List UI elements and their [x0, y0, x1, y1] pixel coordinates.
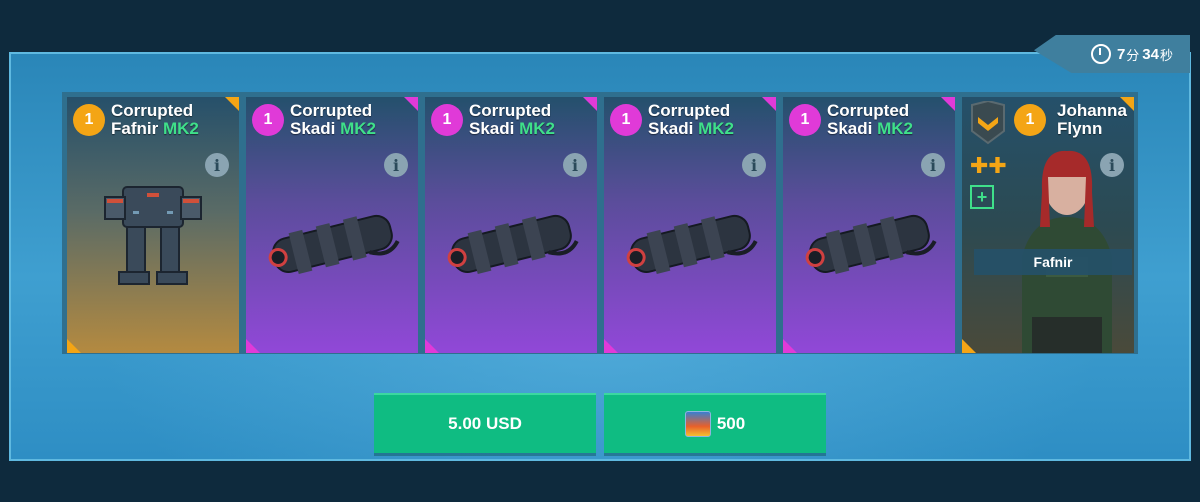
timer-minutes: 7 — [1116, 45, 1126, 63]
buy-gold-label: 500 — [716, 414, 746, 433]
pilot-skills: ✚✚ + — [970, 155, 1007, 209]
skill-box-icon: + — [970, 185, 994, 209]
timer-seconds-unit: 秒 — [1159, 47, 1173, 63]
buy-usd-label: 5.00 USD — [448, 414, 522, 433]
item-title: Corrupted Skadi MK2 — [648, 101, 734, 138]
weapon-image — [268, 214, 400, 274]
item-card-skadi[interactable]: 1 Corrupted Skadi MK2 i — [783, 97, 955, 353]
level-badge: 1 — [1014, 104, 1046, 136]
item-title: Corrupted Skadi MK2 — [290, 101, 376, 138]
item-card-skadi[interactable]: 1 Corrupted Skadi MK2 i — [604, 97, 776, 353]
weapon-image — [447, 214, 579, 274]
item-title: Corrupted Skadi MK2 — [827, 101, 913, 138]
pilot-robot-tag: Fafnir — [974, 249, 1132, 275]
weapon-image — [805, 214, 937, 274]
level-badge: 1 — [431, 104, 463, 136]
timer-seconds: 34 — [1142, 45, 1159, 63]
info-icon[interactable]: i — [1100, 153, 1124, 177]
offer-items: 1 Corrupted Fafnir MK2 i 1 Corrupted Ska… — [62, 92, 1138, 354]
item-title: Corrupted Skadi MK2 — [469, 101, 555, 138]
item-title: Corrupted Fafnir MK2 — [111, 101, 199, 138]
item-card-skadi[interactable]: 1 Corrupted Skadi MK2 i — [246, 97, 418, 353]
item-title: Johanna Flynn — [1057, 101, 1127, 138]
level-badge: 1 — [789, 104, 821, 136]
level-badge: 1 — [610, 104, 642, 136]
robot-image — [104, 186, 202, 285]
item-card-fafnir[interactable]: 1 Corrupted Fafnir MK2 i — [67, 97, 239, 353]
buy-gold-button[interactable]: 500 — [604, 393, 826, 453]
weapon-image — [626, 214, 758, 274]
rank-icon — [971, 101, 1005, 145]
clock-icon — [1090, 44, 1111, 64]
skill-plus-icon: ✚✚ — [970, 153, 1007, 178]
level-badge: 1 — [252, 104, 284, 136]
item-card-skadi[interactable]: 1 Corrupted Skadi MK2 i — [425, 97, 597, 353]
level-badge: 1 — [73, 104, 105, 136]
item-card-pilot[interactable]: 1 Johanna Flynn i ✚✚ + Fafnir — [962, 97, 1134, 353]
buy-usd-button[interactable]: 5.00 USD — [374, 393, 596, 453]
gold-currency-icon — [684, 411, 711, 437]
timer-minutes-unit: 分 — [1126, 47, 1140, 63]
